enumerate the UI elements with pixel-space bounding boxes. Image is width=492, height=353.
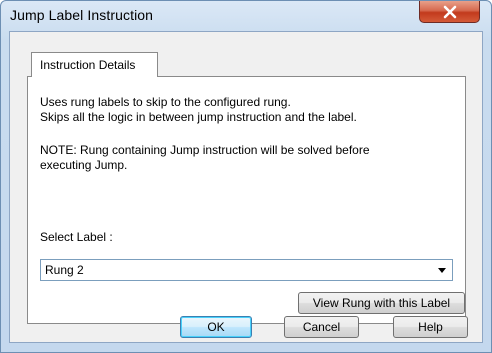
tab-panel: Uses rung labels to skip to the configur…	[27, 76, 466, 324]
dialog-body: Instruction Details Uses rung labels to …	[9, 31, 483, 343]
close-button[interactable]	[419, 1, 480, 23]
window-title: Jump Label Instruction	[10, 7, 154, 23]
description-line-2: Skips all the logic in between jump inst…	[40, 110, 357, 124]
view-rung-button[interactable]: View Rung with this Label	[298, 292, 465, 314]
tab-label: Instruction Details	[40, 58, 136, 72]
label-select[interactable]: Rung 2	[40, 259, 453, 281]
dialog-window: Jump Label Instruction Instruction Detai…	[0, 0, 492, 353]
note-line-1: NOTE: Rung containing Jump instruction w…	[40, 143, 370, 157]
close-icon	[443, 5, 457, 19]
title-bar[interactable]: Jump Label Instruction	[1, 1, 491, 31]
cancel-button[interactable]: Cancel	[284, 316, 359, 338]
select-label-caption: Select Label :	[40, 230, 113, 244]
tab-instruction-details[interactable]: Instruction Details	[31, 52, 158, 77]
description-line-1: Uses rung labels to skip to the configur…	[40, 95, 291, 109]
help-button[interactable]: Help	[393, 316, 468, 338]
ok-button[interactable]: OK	[180, 316, 252, 338]
note-line-2: executing Jump.	[40, 158, 128, 172]
chevron-down-icon[interactable]	[438, 268, 446, 273]
label-select-value: Rung 2	[45, 263, 84, 277]
